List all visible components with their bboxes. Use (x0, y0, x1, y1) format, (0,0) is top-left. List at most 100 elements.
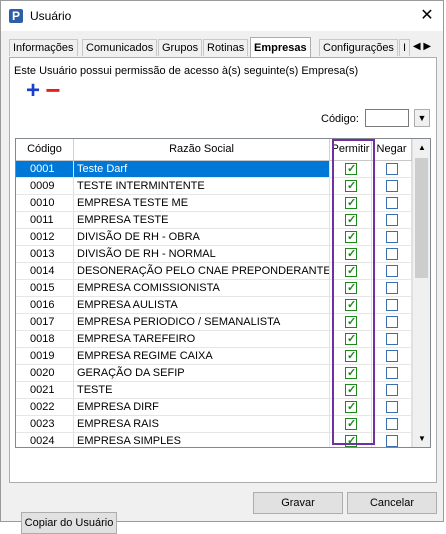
table-row[interactable]: 0010 EMPRESA TESTE ME (16, 195, 412, 212)
permitir-cell (330, 246, 372, 263)
table-row[interactable]: 0014 DESONERAÇÃO PELO CNAE PREPONDERANTE (16, 263, 412, 280)
permitir-checkbox[interactable] (345, 246, 357, 262)
column-header-permitir[interactable]: Permitir (330, 139, 372, 160)
negar-checkbox[interactable] (386, 401, 398, 413)
negar-checkbox[interactable] (386, 333, 398, 345)
permitir-cell (330, 229, 372, 246)
cancel-button[interactable]: Cancelar (347, 492, 437, 514)
negar-cell (372, 365, 412, 382)
code-search-input[interactable] (365, 109, 409, 127)
permitir-checkbox[interactable] (345, 331, 357, 347)
tab-configuracoes[interactable]: Configurações (319, 39, 398, 56)
tab-rotinas[interactable]: Rotinas (203, 39, 249, 56)
table-row[interactable]: 0011 EMPRESA TESTE (16, 212, 412, 229)
table-row[interactable]: 0023 EMPRESA RAIS (16, 416, 412, 433)
negar-checkbox[interactable] (386, 299, 398, 311)
user-dialog: P Usuário ✕ Informações Comunicados Grup… (0, 0, 444, 534)
negar-checkbox[interactable] (386, 180, 398, 192)
company-name-cell: EMPRESA TESTE ME (74, 195, 330, 212)
table-row[interactable]: 0015 EMPRESA COMISSIONISTA (16, 280, 412, 297)
negar-cell (372, 433, 412, 447)
table-row[interactable]: 0021 TESTE (16, 382, 412, 399)
company-name-cell: EMPRESA RAIS (74, 416, 330, 433)
scroll-up-icon[interactable]: ▲ (413, 139, 430, 156)
company-code-cell: 0019 (16, 348, 74, 365)
negar-checkbox[interactable] (386, 265, 398, 277)
permitir-checkbox[interactable] (345, 433, 357, 447)
tab-informacoes[interactable]: Informações (9, 39, 78, 56)
permitir-cell (330, 314, 372, 331)
negar-checkbox[interactable] (386, 197, 398, 209)
company-code-cell: 0024 (16, 433, 74, 447)
permitir-checkbox[interactable] (345, 212, 357, 228)
scroll-down-icon[interactable]: ▼ (413, 430, 430, 447)
permitir-checkbox[interactable] (345, 365, 357, 381)
negar-cell (372, 229, 412, 246)
permitir-cell (330, 331, 372, 348)
copy-from-user-button[interactable]: Copiar do Usuário (21, 512, 117, 534)
permitir-checkbox[interactable] (345, 195, 357, 211)
negar-checkbox[interactable] (386, 316, 398, 328)
negar-cell (372, 314, 412, 331)
company-code-cell: 0011 (16, 212, 74, 229)
table-row[interactable]: 0012 DIVISÃO DE RH - OBRA (16, 229, 412, 246)
permitir-cell (330, 365, 372, 382)
negar-checkbox[interactable] (386, 367, 398, 379)
company-name-cell: EMPRESA COMISSIONISTA (74, 280, 330, 297)
negar-checkbox[interactable] (386, 163, 398, 175)
table-row[interactable]: 0009 TESTE INTERMINTENTE (16, 178, 412, 195)
column-header-razao-social[interactable]: Razão Social (74, 139, 330, 160)
negar-checkbox[interactable] (386, 384, 398, 396)
negar-checkbox[interactable] (386, 231, 398, 243)
tab-grupos[interactable]: Grupos (158, 39, 203, 56)
permitir-checkbox[interactable] (345, 399, 357, 415)
remove-company-minus-icon[interactable]: − (45, 77, 61, 103)
company-name-cell: EMPRESA DIRF (74, 399, 330, 416)
permitir-checkbox[interactable] (345, 314, 357, 330)
column-header-negar[interactable]: Negar (372, 139, 412, 160)
permitir-checkbox[interactable] (345, 280, 357, 296)
add-company-plus-icon[interactable]: + (25, 79, 41, 103)
negar-cell (372, 263, 412, 280)
negar-checkbox[interactable] (386, 435, 398, 447)
table-row[interactable]: 0013 DIVISÃO DE RH - NORMAL (16, 246, 412, 263)
column-header-codigo[interactable]: Código (16, 139, 74, 160)
table-row[interactable]: 0022 EMPRESA DIRF (16, 399, 412, 416)
table-row[interactable]: 0018 EMPRESA TAREFEIRO (16, 331, 412, 348)
negar-checkbox[interactable] (386, 282, 398, 294)
close-icon[interactable]: ✕ (417, 6, 437, 26)
table-row[interactable]: 0016 EMPRESA AULISTA (16, 297, 412, 314)
table-row[interactable]: 0001 Teste Darf (16, 161, 412, 178)
tab-scroll-arrows-icon[interactable]: ◀ ▶ (409, 39, 435, 55)
permitir-checkbox[interactable] (345, 382, 357, 398)
title-bar: P Usuário ✕ (1, 1, 443, 31)
permitir-checkbox[interactable] (345, 348, 357, 364)
permitir-checkbox[interactable] (345, 297, 357, 313)
negar-cell (372, 416, 412, 433)
tab-comunicados[interactable]: Comunicados (82, 39, 158, 56)
table-row[interactable]: 0020 GERAÇÃO DA SEFIP (16, 365, 412, 382)
table-row[interactable]: 0017 EMPRESA PERIODICO / SEMANALISTA (16, 314, 412, 331)
grid-scrollbar[interactable]: ▲ ▼ (412, 139, 430, 447)
code-dropdown-chevron-icon[interactable]: ▼ (414, 109, 430, 127)
scroll-thumb[interactable] (415, 158, 428, 278)
permitir-checkbox[interactable] (345, 416, 357, 432)
company-name-cell: TESTE INTERMINTENTE (74, 178, 330, 195)
table-row[interactable]: 0024 EMPRESA SIMPLES (16, 433, 412, 447)
save-button[interactable]: Gravar (253, 492, 343, 514)
permitir-checkbox[interactable] (345, 263, 357, 279)
permitir-checkbox[interactable] (345, 161, 357, 177)
negar-checkbox[interactable] (386, 350, 398, 362)
permitir-cell (330, 195, 372, 212)
company-name-cell: DIVISÃO DE RH - OBRA (74, 229, 330, 246)
empresas-panel: Este Usuário possui permissão de acesso … (9, 57, 437, 534)
permitir-checkbox[interactable] (345, 229, 357, 245)
table-row[interactable]: 0019 EMPRESA REGIME CAIXA (16, 348, 412, 365)
permitir-checkbox[interactable] (345, 178, 357, 194)
company-name-cell: TESTE (74, 382, 330, 399)
negar-checkbox[interactable] (386, 248, 398, 260)
tab-empresas[interactable]: Empresas (250, 37, 311, 57)
negar-checkbox[interactable] (386, 214, 398, 226)
negar-checkbox[interactable] (386, 418, 398, 430)
permitir-cell (330, 178, 372, 195)
